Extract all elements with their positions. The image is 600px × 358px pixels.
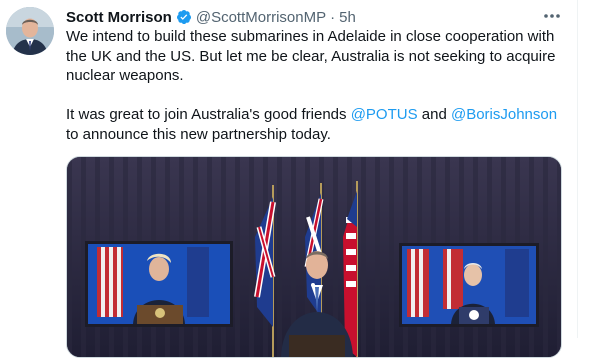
- timestamp[interactable]: 5h: [339, 9, 356, 26]
- tweet-paragraph-2: It was great to join Australia's good fr…: [66, 105, 566, 144]
- tweet-media-photo[interactable]: [66, 156, 562, 358]
- column-border: [577, 0, 578, 338]
- author-handle[interactable]: @ScottMorrisonMP: [196, 9, 326, 26]
- tweet-header: Scott Morrison @ScottMorrisonMP · 5h: [66, 7, 356, 27]
- mention-potus-link[interactable]: @POTUS: [351, 106, 418, 123]
- tweet-card: Scott Morrison @ScottMorrisonMP · 5h We …: [0, 0, 600, 358]
- avatar-photo: [6, 7, 54, 55]
- tweet-text: We intend to build these submarines in A…: [66, 27, 566, 144]
- more-options-icon[interactable]: [540, 6, 564, 26]
- avatar[interactable]: [6, 7, 54, 55]
- press-conference-image: [67, 157, 561, 357]
- mention-borisjohnson-link[interactable]: @BorisJohnson: [451, 106, 557, 123]
- tweet-text-segment: and: [417, 106, 451, 123]
- tweet-text-segment: It was great to join Australia's good fr…: [66, 106, 351, 123]
- verified-badge-icon: [176, 10, 191, 25]
- tweet-paragraph-1: We intend to build these submarines in A…: [66, 28, 556, 84]
- tweet-text-segment: to announce this new partnership today.: [66, 125, 331, 143]
- author-name[interactable]: Scott Morrison: [66, 9, 172, 26]
- separator-dot: ·: [330, 8, 336, 26]
